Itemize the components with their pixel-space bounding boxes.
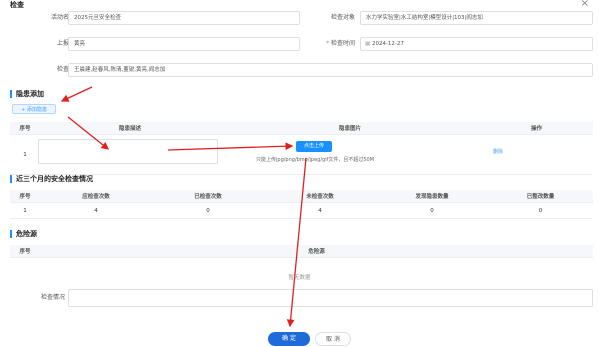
annotation-arrows (60, 86, 307, 328)
arrow-to-confirm (286, 157, 307, 328)
arrow-to-textarea (67, 116, 110, 150)
arrow-to-add-button (60, 86, 93, 102)
arrow-to-upload (167, 142, 294, 151)
